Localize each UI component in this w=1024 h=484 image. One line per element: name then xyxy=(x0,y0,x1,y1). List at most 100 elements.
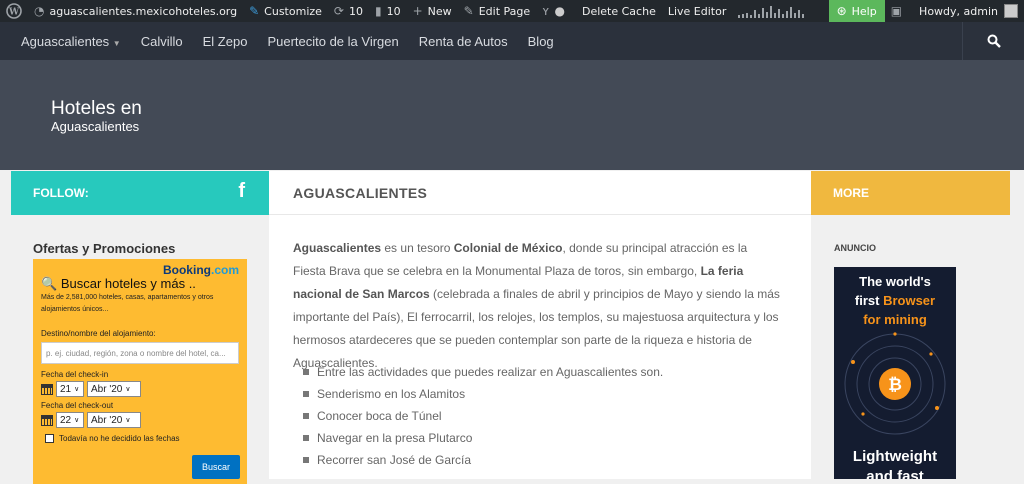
live-editor-label: Live Editor xyxy=(667,4,727,18)
updates-icon: ⟳ xyxy=(333,4,344,18)
search-icon xyxy=(987,34,1001,48)
wordpress-logo[interactable]: W xyxy=(0,0,28,22)
ad-first: first xyxy=(854,293,884,308)
help-button[interactable]: ⊛ Help xyxy=(828,0,885,22)
booking-description: Más de 2,581,000 hoteles, casas, apartam… xyxy=(41,294,214,313)
edit-page-label: Edit Page xyxy=(478,4,531,18)
chevron-down-icon: ∨ xyxy=(74,386,80,393)
calendar-icon[interactable] xyxy=(41,383,53,395)
chevron-down-icon: ∨ xyxy=(125,417,131,424)
site-title[interactable]: Hoteles en xyxy=(51,98,142,119)
plus-icon: + xyxy=(412,4,423,18)
nav-item-calvillo[interactable]: Calvillo xyxy=(131,34,193,49)
list-item: Navegar en la presa Plutarco xyxy=(303,427,663,449)
help-label: Help xyxy=(851,4,877,18)
dashboard-icon: ◔ xyxy=(34,4,45,18)
booking-logo[interactable]: Booking.com xyxy=(163,263,239,277)
ad-line-2: first Browser xyxy=(834,291,956,310)
ad-line-1: The world's xyxy=(859,274,931,289)
booking-widget: Booking.com 🔍 Buscar hoteles y más .. Má… xyxy=(33,259,247,484)
admin-bar-site[interactable]: ◔ aguascalientes.mexicohoteles.org xyxy=(28,0,243,22)
checkout-day: 22 xyxy=(60,414,72,426)
admin-bar-account[interactable]: Howdy, admin xyxy=(913,0,1024,22)
svg-text:W: W xyxy=(8,8,20,18)
list-item: Recorrer san José de García xyxy=(303,449,663,471)
search-button[interactable] xyxy=(962,22,1024,60)
nav-item-blog[interactable]: Blog xyxy=(518,34,564,49)
page-title: AGUASCALIENTES xyxy=(269,171,811,215)
checkout-row: 22 ∨ Abr '20 ∨ xyxy=(41,412,141,428)
checkin-month-select[interactable]: Abr '20 ∨ xyxy=(87,381,141,397)
admin-bar-delete-cache[interactable]: Delete Cache xyxy=(576,0,662,22)
ad-banner[interactable]: The world's first Browser for mining ₿ L… xyxy=(834,267,956,479)
site-header: Hoteles en Aguascalientes xyxy=(0,60,1024,170)
checkout-label: Fecha del check-out xyxy=(41,401,114,410)
nav-item-aguascalientes[interactable]: Aguascalientes ▼ xyxy=(11,34,131,49)
pencil-icon: ✎ xyxy=(463,4,474,18)
admin-bar: W ◔ aguascalientes.mexicohoteles.org ✎ Cus… xyxy=(0,0,1024,22)
customize-label: Customize xyxy=(264,4,322,18)
admin-bar-live-editor[interactable]: Live Editor xyxy=(662,0,733,22)
chevron-down-icon: ∨ xyxy=(125,386,131,393)
destination-input[interactable]: p. ej. ciudad, región, zona o nombre del… xyxy=(41,342,239,364)
comment-icon: ▮ xyxy=(374,4,382,18)
booking-logo-com: .com xyxy=(210,263,239,277)
brush-icon: ✎ xyxy=(249,4,260,18)
main-nav: Aguascalientes ▼ Calvillo El Zepo Puerte… xyxy=(0,22,1024,60)
checkbox-box[interactable] xyxy=(45,434,54,443)
admin-bar-customize[interactable]: ✎ Customize xyxy=(243,0,328,22)
admin-bar-updates[interactable]: ⟳ 10 xyxy=(328,0,369,22)
avatar xyxy=(1004,4,1018,18)
intro-bold-1: Aguascalientes xyxy=(293,241,382,255)
nav-item-el-zepo[interactable]: El Zepo xyxy=(193,34,258,49)
checkin-label: Fecha del check-in xyxy=(41,370,109,379)
list-item: Entre las actividades que puedes realiza… xyxy=(303,361,663,383)
booking-heading-text: Buscar hoteles y más .. xyxy=(60,276,196,291)
search-icon: 🔍 xyxy=(41,276,58,291)
booking-search-button[interactable]: Buscar xyxy=(191,455,240,479)
ad-line-3: for mining xyxy=(863,312,927,327)
checkin-month: Abr '20 xyxy=(91,383,123,395)
delete-cache-label: Delete Cache xyxy=(581,4,656,18)
yoast-icon: ʏ xyxy=(542,4,550,18)
lifebuoy-icon: ⊛ xyxy=(836,4,847,18)
checkout-month-select[interactable]: Abr '20 ∨ xyxy=(87,412,141,428)
site-name: aguascalientes.mexicohoteles.org xyxy=(49,4,238,18)
chat-icon: ▣ xyxy=(890,4,903,18)
ad-browser: Browser xyxy=(883,293,936,308)
booking-logo-name: Booking xyxy=(162,263,211,277)
comments-count: 10 xyxy=(386,4,401,18)
facebook-icon[interactable]: f xyxy=(238,180,245,203)
main-content: AGUASCALIENTES Aguascalientes es un teso… xyxy=(269,171,811,479)
admin-bar-stats[interactable] xyxy=(732,0,814,22)
nav-label: Aguascalientes xyxy=(21,33,110,49)
updates-count: 10 xyxy=(348,4,363,18)
site-subtitle[interactable]: Aguascalientes xyxy=(51,119,139,134)
destination-label: Destino/nombre del alojamiento: xyxy=(41,329,156,338)
follow-label: FOLLOW: xyxy=(33,186,89,200)
calendar-icon[interactable] xyxy=(41,414,53,426)
caret-down-icon: ▼ xyxy=(112,38,121,48)
admin-bar-comments[interactable]: ▮ 10 xyxy=(369,0,407,22)
nav-item-puertecito[interactable]: Puertecito de la Virgen xyxy=(257,34,408,49)
chevron-down-icon: ∨ xyxy=(74,417,80,424)
checkin-day: 21 xyxy=(60,383,72,395)
no-dates-label: Todavía no he decidido las fechas xyxy=(59,434,180,443)
nav-item-renta-autos[interactable]: Renta de Autos xyxy=(409,34,518,49)
admin-bar-edit-page[interactable]: ✎ Edit Page xyxy=(458,0,537,22)
howdy-label: Howdy, admin xyxy=(919,4,998,18)
admin-bar-yoast[interactable]: ʏ ● xyxy=(536,0,576,22)
checkout-day-select[interactable]: 22 ∨ xyxy=(56,412,84,428)
admin-bar-chat[interactable]: ▣ xyxy=(885,0,913,22)
svg-text:₿: ₿ xyxy=(888,375,902,394)
ad-line-4: Lightweight xyxy=(852,448,938,465)
ad-line-5: and fast xyxy=(866,468,924,479)
admin-bar-new[interactable]: + New xyxy=(407,0,458,22)
activities-list: Entre las actividades que puedes realiza… xyxy=(303,361,663,471)
more-bar: MORE xyxy=(811,171,1010,215)
left-sidebar: Ofertas y Promociones Booking.com 🔍 Busc… xyxy=(11,215,269,484)
new-label: New xyxy=(427,4,452,18)
no-dates-checkbox[interactable]: Todavía no he decidido las fechas xyxy=(45,434,180,443)
checkin-day-select[interactable]: 21 ∨ xyxy=(56,381,84,397)
checkout-month: Abr '20 xyxy=(91,414,123,426)
